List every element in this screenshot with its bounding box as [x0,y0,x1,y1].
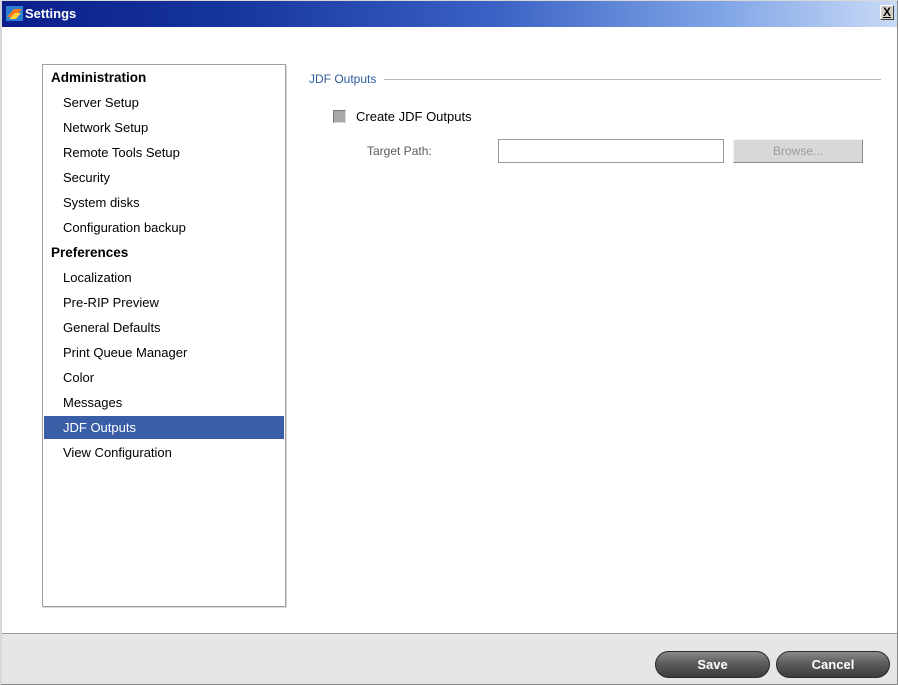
browse-button[interactable]: Browse... [733,139,863,163]
target-path-input[interactable] [498,139,724,163]
nav-group-administration: Administration [51,70,147,85]
nav-group-preferences: Preferences [51,245,129,260]
section-divider [309,79,881,80]
cancel-button[interactable]: Cancel [776,651,890,678]
close-icon[interactable]: X [880,5,894,20]
app-logo-icon [6,6,23,21]
nav-item-messages[interactable]: Messages [44,391,284,414]
create-jdf-outputs-checkbox[interactable] [333,110,346,123]
nav-item-security[interactable]: Security [44,166,284,189]
nav-item-localization[interactable]: Localization [44,266,284,289]
nav-item-color[interactable]: Color [44,366,284,389]
dialog-footer: Save Cancel [2,633,897,684]
nav-item-server-setup[interactable]: Server Setup [44,91,284,114]
nav-item-print-queue-manager[interactable]: Print Queue Manager [44,341,284,364]
target-path-label: Target Path: [367,144,432,158]
nav-item-network-setup[interactable]: Network Setup [44,116,284,139]
settings-window: Settings X Administration Server Setup N… [0,0,898,685]
save-button[interactable]: Save [655,651,770,678]
nav-item-general-defaults[interactable]: General Defaults [44,316,284,339]
nav-item-jdf-outputs[interactable]: JDF Outputs [44,416,284,439]
nav-item-system-disks[interactable]: System disks [44,191,284,214]
window-title: Settings [25,6,77,21]
nav-item-pre-rip-preview[interactable]: Pre-RIP Preview [44,291,284,314]
nav-item-view-configuration[interactable]: View Configuration [44,441,284,464]
create-jdf-outputs-label[interactable]: Create JDF Outputs [356,109,472,125]
nav-item-remote-tools-setup[interactable]: Remote Tools Setup [44,141,284,164]
section-title: JDF Outputs [309,72,385,86]
title-bar[interactable]: Settings X [2,1,897,27]
nav-item-configuration-backup[interactable]: Configuration backup [44,216,284,239]
settings-nav-list: Administration Server Setup Network Setu… [42,64,286,607]
